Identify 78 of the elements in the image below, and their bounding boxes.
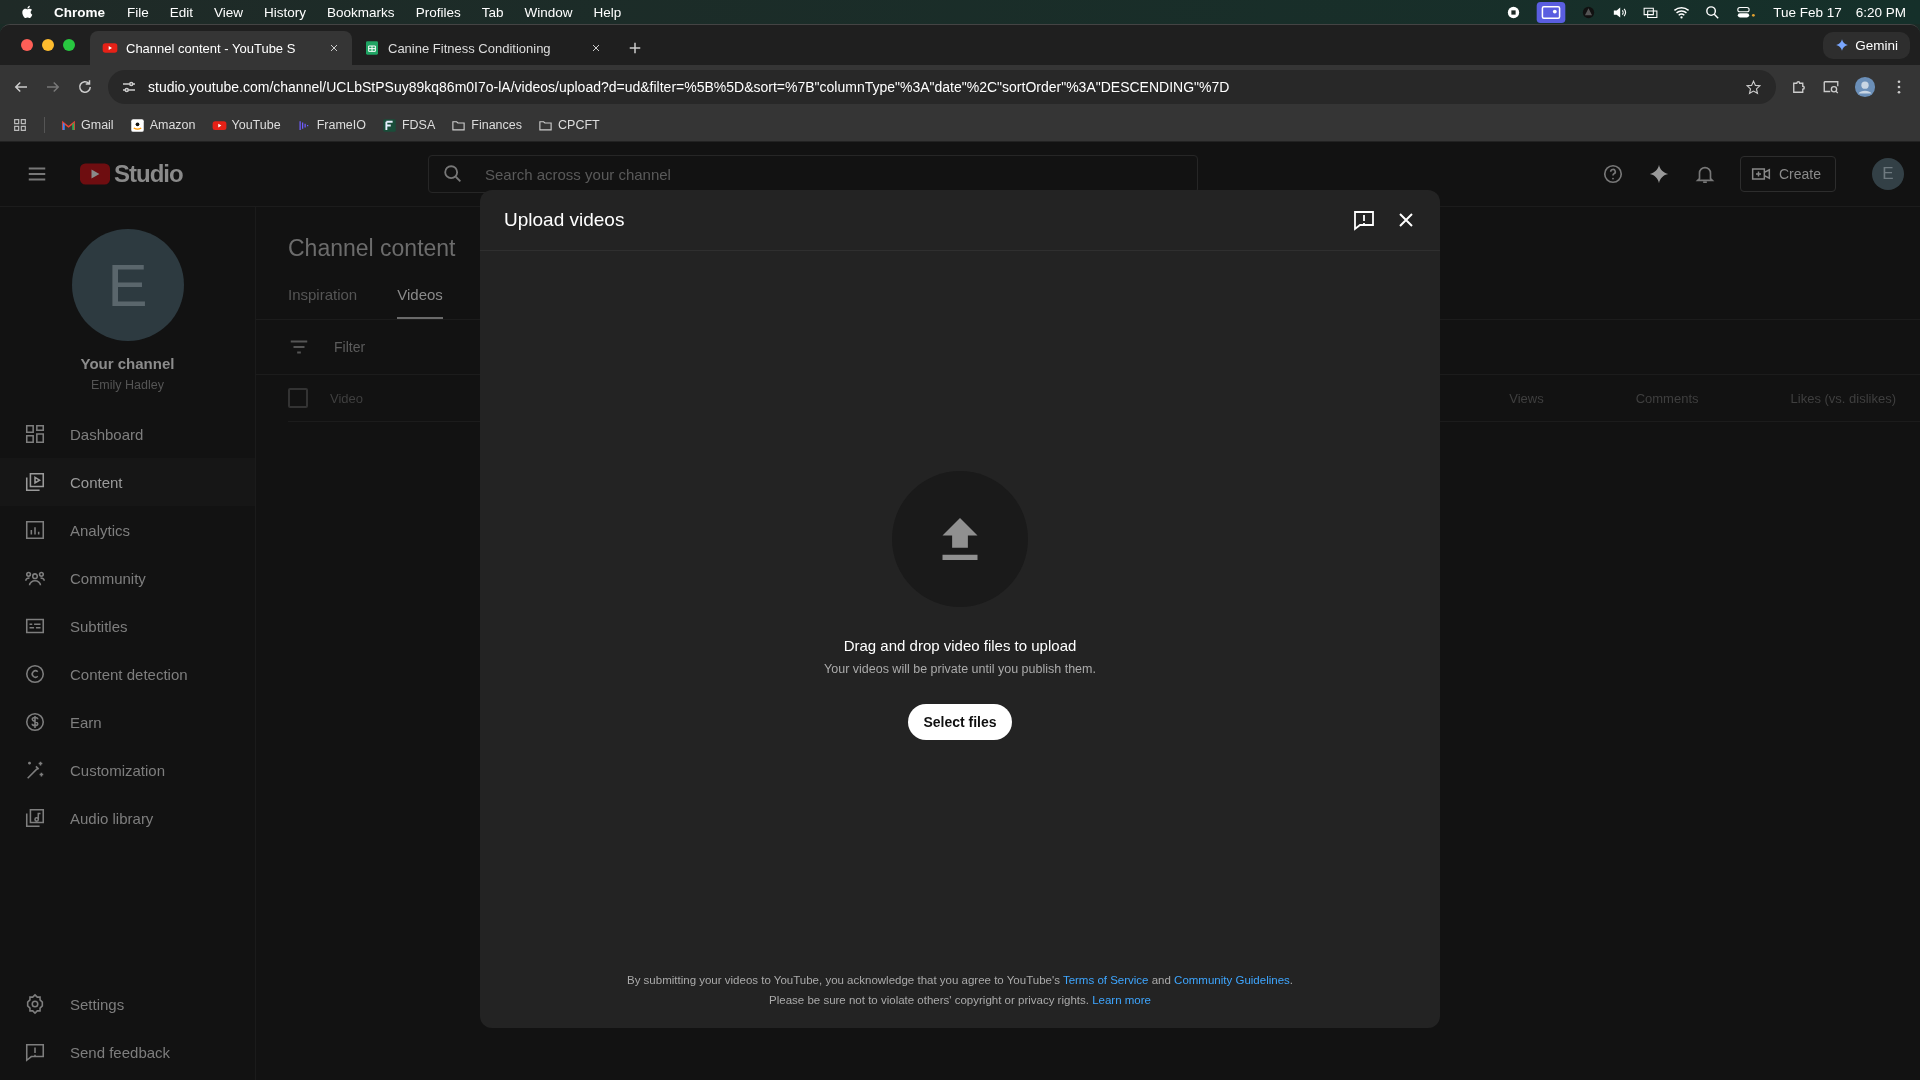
dialog-title: Upload videos	[504, 209, 626, 231]
site-logo-icon	[381, 117, 397, 133]
legal-link[interactable]: Community Guidelines	[1174, 974, 1290, 986]
nav-item[interactable]: Send feedback	[0, 1028, 255, 1076]
nav-item[interactable]: Community	[0, 554, 255, 602]
bookmark-star-icon[interactable]	[1745, 78, 1762, 96]
browser-tab[interactable]: Canine Fitness Conditioning	[352, 31, 614, 65]
reload-icon[interactable]	[76, 78, 94, 96]
play-logo-icon[interactable]	[80, 163, 110, 185]
settings-icon	[24, 993, 46, 1015]
smile-logo-icon	[129, 117, 145, 133]
menu-bar-date[interactable]: Tue Feb 17	[1773, 4, 1842, 20]
nav-item[interactable]: Dashboard	[0, 410, 255, 458]
menu-item[interactable]: Edit	[169, 4, 194, 20]
bookmark[interactable]: Gmail	[61, 117, 114, 133]
menu-item[interactable]: History	[264, 4, 307, 20]
legal-notice: Please be sure not to violate others' copyright or privacy rights. Learn more	[769, 994, 1151, 1006]
close-icon[interactable]	[328, 42, 340, 54]
bookmark[interactable]: Finances	[451, 117, 523, 133]
tab-search-icon[interactable]	[1822, 78, 1840, 96]
gemini-button[interactable]: Gemini	[1823, 31, 1910, 59]
legal-link[interactable]: Terms of Service	[1062, 974, 1149, 986]
nav-item[interactable]: Content	[0, 458, 255, 506]
nav-item[interactable]: Audio library	[0, 794, 255, 842]
address-bar[interactable]: studio.youtube.com/channel/UCLbStPSuy89kq86m0I7o-lA/videos/upload?d=ud&filter=%5B%5D&sort=%7B"columnType"%3A"date"%2C"sortOrder"%3A"DESCENDING"%7D	[108, 70, 1776, 104]
filter-field[interactable]: Filter	[332, 338, 517, 356]
bookmark[interactable]: Amazon	[129, 117, 196, 133]
legal-link[interactable]: Learn more	[1092, 994, 1151, 1006]
window-controls-drawing[interactable]	[20, 38, 76, 52]
menu-bar-time[interactable]: 6:20 PM	[1855, 4, 1906, 20]
nav-item[interactable]: Subtitles	[0, 602, 255, 650]
app-menu[interactable]: Chrome	[54, 4, 105, 20]
copyright-icon	[24, 663, 46, 685]
magic-wand-icon	[24, 759, 46, 781]
nav-item[interactable]: Earn	[0, 698, 255, 746]
menu-item[interactable]: Bookmarks	[327, 4, 395, 20]
bookmark[interactable]: YouTube	[211, 117, 281, 133]
menu-item[interactable]: File	[127, 4, 149, 20]
nav-item[interactable]: Content detection	[0, 650, 255, 698]
menu-item[interactable]: Help	[593, 4, 622, 20]
drop-instructions: Drag and drop video files to upload	[843, 637, 1077, 654]
youtube-icon	[102, 40, 118, 56]
page-title: Channel content	[288, 235, 457, 262]
apps-icon[interactable]	[12, 117, 28, 133]
close-icon[interactable]	[590, 42, 602, 54]
help-icon[interactable]	[1601, 163, 1624, 185]
menu-item[interactable]: View	[214, 4, 244, 20]
menu-item[interactable]: Profiles	[415, 4, 461, 20]
bar-chart-icon	[24, 519, 46, 541]
select-all-checkbox[interactable]	[288, 388, 308, 408]
legal-notice: By submitting your videos to YouTube, you acknowledge that you agree to YouTube's Terms of Service and Community Guidelines.	[627, 974, 1293, 986]
bookmark[interactable]: FrameIO	[296, 117, 366, 133]
studio-logo[interactable]: Studio	[114, 160, 183, 188]
bookmark[interactable]: FDSA	[381, 117, 436, 133]
browser-tab[interactable]: Channel content - YouTube S	[90, 31, 352, 65]
select-files-button[interactable]: Select files	[908, 704, 1012, 740]
menu-item[interactable]: Window	[524, 4, 573, 20]
nav-item[interactable]: Customization	[0, 746, 255, 794]
dollar-icon	[24, 711, 46, 733]
profile-avatar-icon[interactable]	[1854, 76, 1876, 98]
channel-name: Emily Hadley	[91, 378, 164, 392]
feedback-icon	[24, 1041, 46, 1063]
menu-item[interactable]: Tab	[481, 4, 504, 20]
content-tab[interactable]: Videos	[397, 274, 443, 319]
nav-item[interactable]: Analytics	[0, 506, 255, 554]
video-stack-icon	[24, 471, 46, 493]
search-icon[interactable]	[1704, 3, 1722, 21]
feedback-icon[interactable]	[1352, 208, 1376, 232]
music-note-icon	[24, 807, 46, 829]
extensions-icon[interactable]	[1790, 78, 1808, 96]
dashboard-icon	[24, 423, 46, 445]
screen-share-icon[interactable]	[1536, 1, 1567, 23]
bookmark[interactable]: CPCFT	[538, 117, 600, 133]
privacy-note: Your videos will be private until you publish them.	[824, 662, 1096, 676]
nav-item[interactable]: Settings	[0, 980, 255, 1028]
spreadsheet-icon	[364, 40, 380, 56]
channel-label: Your channel	[80, 355, 175, 372]
create-button[interactable]: Create	[1739, 156, 1836, 192]
